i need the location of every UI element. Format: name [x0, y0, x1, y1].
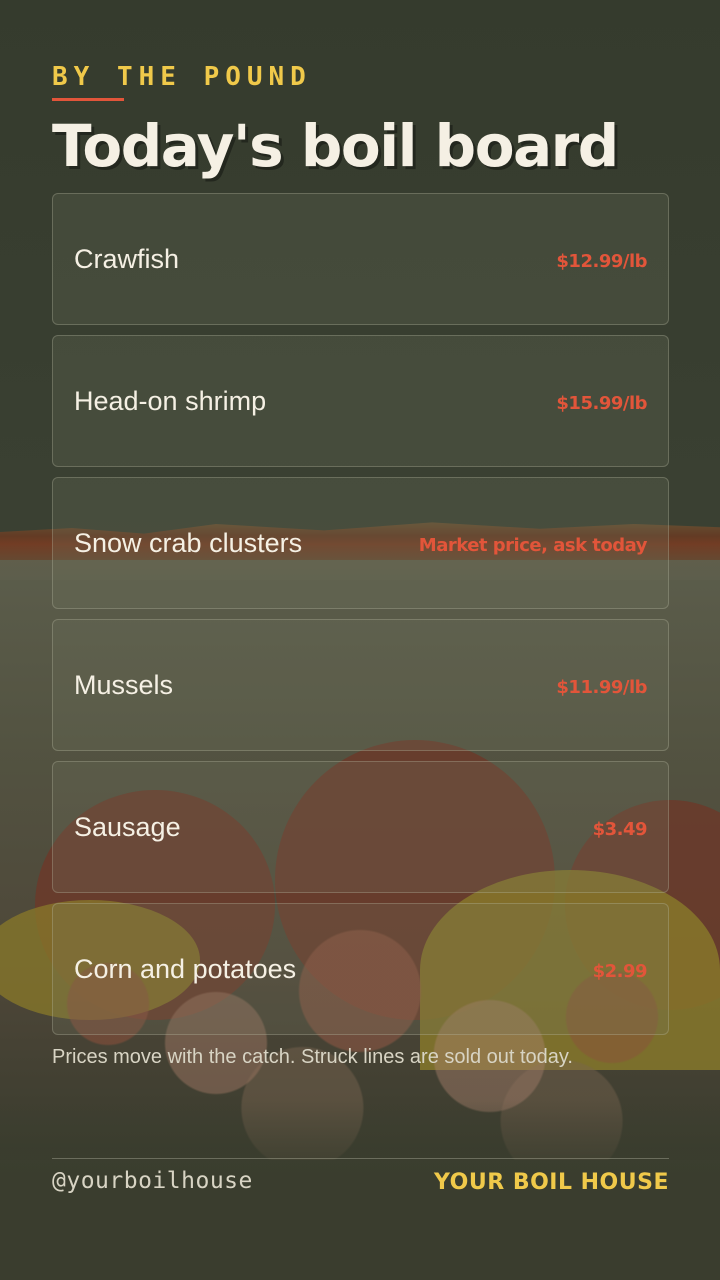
- menu-board: BY THE POUND Today's boil board Crawfish…: [0, 0, 720, 1280]
- footer-divider: [52, 1158, 669, 1159]
- brand-name: YOUR BOIL HOUSE: [434, 1170, 669, 1195]
- pricing-note: Prices move with the catch. Struck lines…: [52, 1046, 573, 1068]
- menu-item: Crawfish $12.99/lb: [52, 193, 669, 325]
- item-name: Sausage: [74, 812, 181, 842]
- item-price: $11.99/lb: [556, 677, 647, 698]
- item-price: Market price, ask today: [418, 535, 648, 556]
- menu-item: Mussels $11.99/lb: [52, 619, 669, 751]
- item-name: Mussels: [74, 670, 174, 700]
- item-name: Corn and potatoes: [74, 954, 297, 984]
- menu-item: Corn and potatoes $2.99: [52, 903, 669, 1035]
- page-title: Today's boil board: [52, 112, 619, 180]
- item-price: $12.99/lb: [556, 251, 647, 272]
- item-price: $3.49: [592, 819, 648, 840]
- menu-item: Sausage $3.49: [52, 761, 669, 893]
- menu-list: Crawfish $12.99/lb Head-on shrimp $15.99…: [52, 193, 669, 1045]
- kicker-underline: [52, 98, 124, 101]
- item-price: $15.99/lb: [556, 393, 647, 414]
- social-handle: @yourboilhouse: [52, 1168, 253, 1194]
- item-name: Snow crab clusters: [74, 528, 303, 558]
- menu-item: Snow crab clusters Market price, ask tod…: [52, 477, 669, 609]
- menu-item: Head-on shrimp $15.99/lb: [52, 335, 669, 467]
- item-name: Head-on shrimp: [74, 386, 267, 416]
- kicker-label: BY THE POUND: [52, 62, 312, 92]
- item-name: Crawfish: [74, 244, 180, 274]
- item-price: $2.99: [592, 961, 648, 982]
